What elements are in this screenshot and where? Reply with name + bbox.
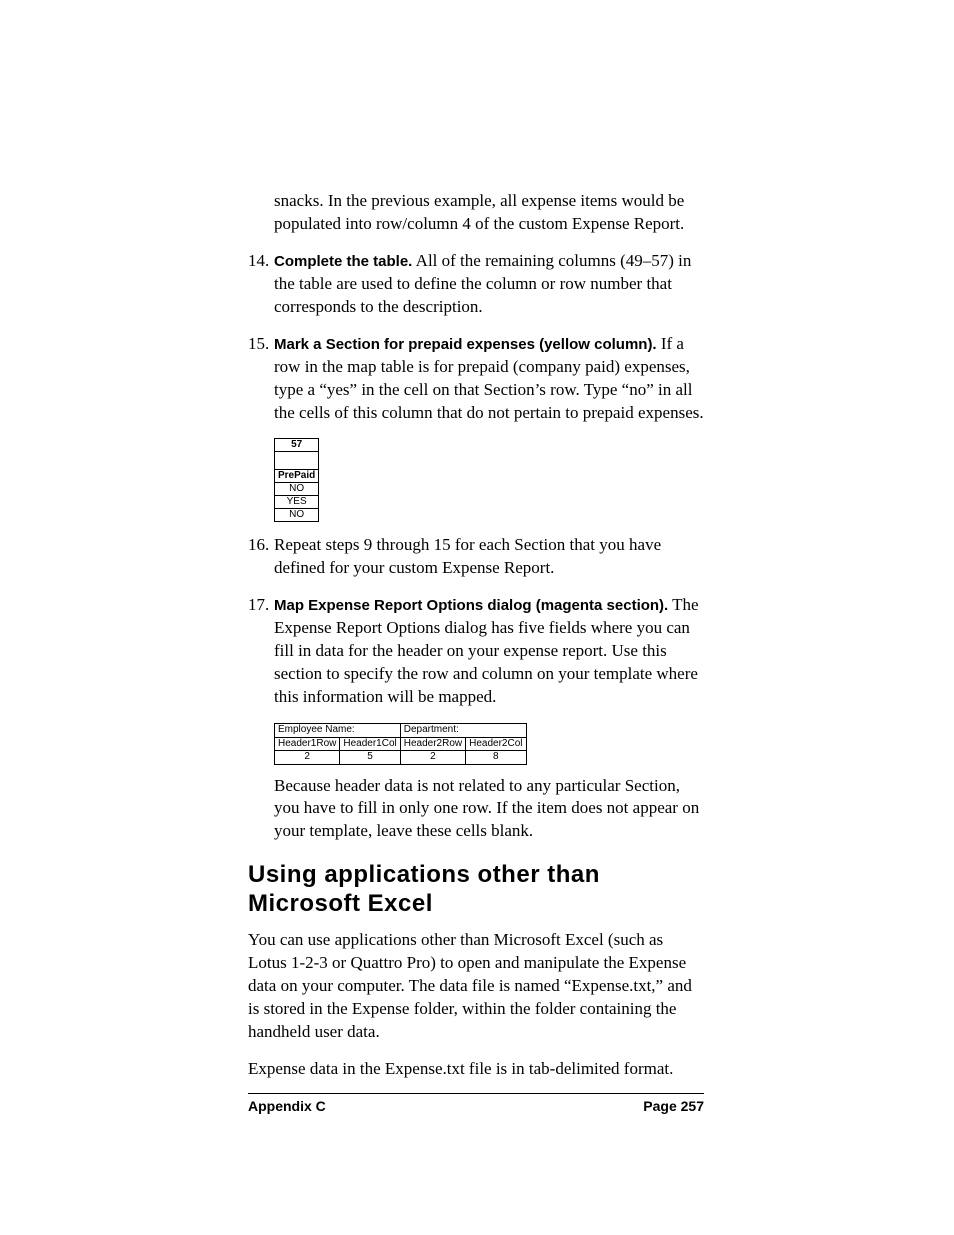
prepaid-cell: YES bbox=[275, 496, 319, 509]
section-heading: Using applications other than Microsoft … bbox=[248, 861, 704, 919]
body-paragraph-1: You can use applications other than Micr… bbox=[248, 929, 704, 1044]
step-number: 16. bbox=[248, 534, 274, 580]
after-17-note: Because header data is not related to an… bbox=[274, 775, 704, 844]
page-content: snacks. In the previous example, all exp… bbox=[248, 190, 704, 1095]
prepaid-cell: NO bbox=[275, 509, 319, 522]
prepaid-col-header: 57 bbox=[275, 439, 319, 452]
hm-header: Header2Col bbox=[466, 737, 526, 751]
hm-value: 2 bbox=[400, 751, 465, 765]
hm-value: 8 bbox=[466, 751, 526, 765]
prepaid-row-header: PrePaid bbox=[275, 470, 319, 483]
hm-top-right: Department: bbox=[400, 724, 526, 738]
step-lead: Map Expense Report Options dialog (magen… bbox=[274, 597, 668, 614]
step-number: 17. bbox=[248, 594, 274, 709]
step-17: 17. Map Expense Report Options dialog (m… bbox=[248, 594, 704, 709]
step-lead: Complete the table. bbox=[274, 253, 412, 270]
footer-rule bbox=[248, 1093, 704, 1094]
intro-continuation: snacks. In the previous example, all exp… bbox=[274, 190, 704, 236]
prepaid-cell: NO bbox=[275, 483, 319, 496]
hm-header: Header1Row bbox=[275, 737, 340, 751]
step-body: Complete the table. All of the remaining… bbox=[274, 250, 704, 319]
step-body: Map Expense Report Options dialog (magen… bbox=[274, 594, 704, 709]
step-15: 15. Mark a Section for prepaid expenses … bbox=[248, 333, 704, 425]
hm-value: 2 bbox=[275, 751, 340, 765]
step-body: Repeat steps 9 through 15 for each Secti… bbox=[274, 534, 704, 580]
step-text: Repeat steps 9 through 15 for each Secti… bbox=[274, 535, 661, 577]
header-map-table: Employee Name: Department: Header1Row He… bbox=[274, 723, 527, 765]
step-number: 14. bbox=[248, 250, 274, 319]
step-16: 16. Repeat steps 9 through 15 for each S… bbox=[248, 534, 704, 580]
step-number: 15. bbox=[248, 333, 274, 425]
step-body: Mark a Section for prepaid expenses (yel… bbox=[274, 333, 704, 425]
step-14: 14. Complete the table. All of the remai… bbox=[248, 250, 704, 319]
hm-value: 5 bbox=[340, 751, 400, 765]
prepaid-blank bbox=[275, 452, 319, 470]
page-footer: Appendix C Page 257 bbox=[248, 1093, 704, 1114]
prepaid-table: 57 PrePaid NO YES NO bbox=[274, 438, 319, 522]
hm-top-left: Employee Name: bbox=[275, 724, 401, 738]
body-paragraph-2: Expense data in the Expense.txt file is … bbox=[248, 1058, 704, 1081]
footer-left: Appendix C bbox=[248, 1098, 326, 1114]
hm-header: Header2Row bbox=[400, 737, 465, 751]
footer-right: Page 257 bbox=[643, 1098, 704, 1114]
step-lead: Mark a Section for prepaid expenses (yel… bbox=[274, 336, 657, 353]
hm-header: Header1Col bbox=[340, 737, 400, 751]
